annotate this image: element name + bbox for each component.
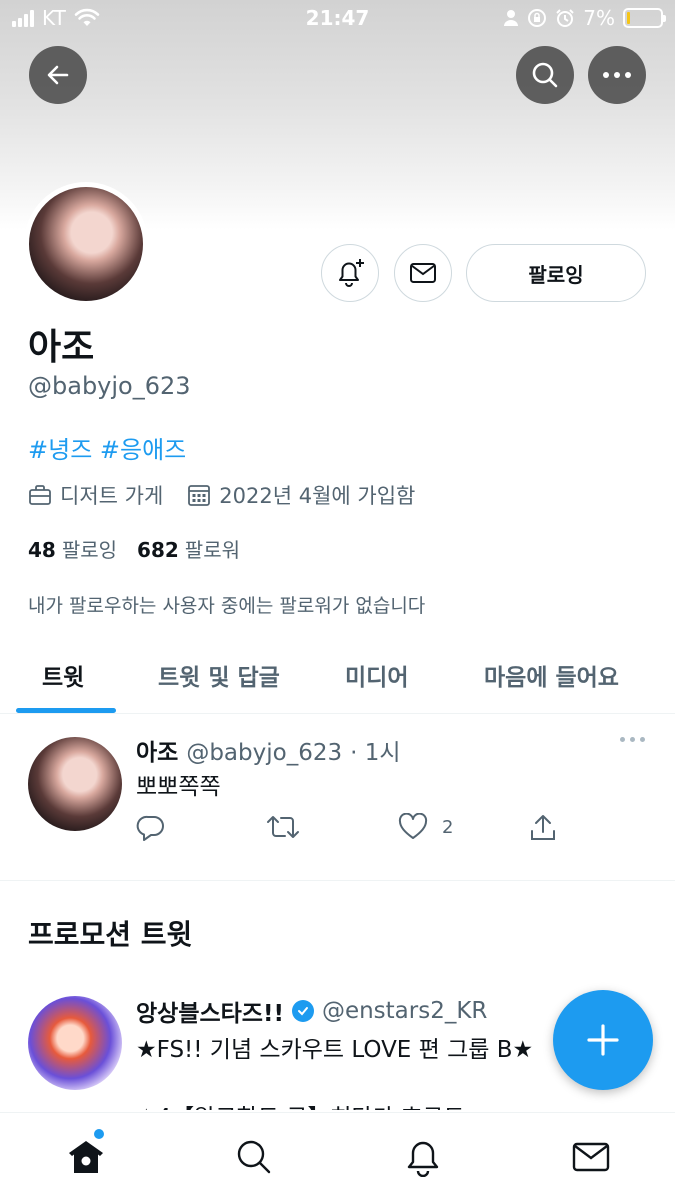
tab-tweets-replies[interactable]: 트윗 및 답글 — [158, 658, 280, 692]
reply-button[interactable] — [136, 813, 166, 843]
promo-author-name: 앙상블스타즈!! — [136, 1001, 284, 1027]
promo-text-line2: ★4【알고한드 로】히다카 호쿠토 — [136, 1098, 465, 1110]
tweet-text: 뽀뽀쪽쪽 — [136, 774, 221, 800]
profile-meta: 디저트 가게 2022년 4월에 가입함 — [28, 480, 439, 510]
tweet-more-icon[interactable] — [620, 737, 645, 742]
bell-plus-icon — [339, 259, 364, 287]
promo-author-handle: @enstars2_KR — [321, 998, 488, 1024]
category-label: 디저트 가게 — [60, 484, 164, 508]
bottom-nav — [0, 1112, 675, 1200]
nav-messages[interactable] — [569, 1135, 613, 1179]
tweet-header: 아조 @babyjo_623 · 1시 — [136, 733, 401, 767]
share-button[interactable] — [528, 813, 558, 843]
following-count: 48 — [28, 538, 56, 562]
share-icon — [531, 815, 555, 840]
tweet-time: · 1시 — [350, 740, 401, 766]
promo-text-line1: ★FS!! 기념 스카우트 LOVE 편 그룹 B★ — [136, 1037, 534, 1063]
active-tab-indicator — [16, 708, 116, 713]
followers-link[interactable]: 682 팔로워 — [137, 534, 240, 563]
nav-home[interactable] — [64, 1135, 108, 1179]
profile-handle: @babyjo_623 — [28, 372, 191, 400]
home-notification-dot — [94, 1129, 104, 1139]
compose-tweet-button[interactable] — [553, 990, 653, 1090]
follow-stats: 48 팔로잉 682 팔로워 — [28, 534, 240, 563]
profile-name: 아조 — [28, 327, 95, 368]
like-button[interactable]: 2 — [398, 813, 453, 841]
promo-avatar[interactable] — [28, 996, 122, 1090]
envelope-icon — [410, 263, 436, 283]
tab-likes[interactable]: 마음에 들어요 — [484, 658, 619, 692]
more-icon — [603, 72, 631, 78]
profile-tabs: 트윗 트윗 및 답글 미디어 마음에 들어요 — [0, 640, 675, 714]
bell-icon — [407, 1141, 439, 1177]
notify-button[interactable] — [321, 244, 379, 302]
status-right: 7% — [503, 6, 666, 30]
home-icon — [69, 1141, 103, 1173]
person-icon — [504, 10, 519, 26]
status-bar: KT 21:47 7% — [0, 0, 675, 36]
profile-page: KT 21:47 7% 팔로잉 아조 @babyjo_623 #녕즈 #응애즈 … — [0, 0, 675, 1200]
heart-icon — [398, 813, 428, 839]
arrow-left-icon — [47, 65, 69, 85]
tweet-author-name: 아조 — [136, 740, 179, 766]
calendar-icon — [188, 485, 211, 506]
retweet-button[interactable] — [266, 813, 300, 841]
following-link[interactable]: 48 팔로잉 — [28, 534, 117, 563]
orientation-lock-icon — [528, 9, 547, 27]
search-button[interactable] — [516, 46, 574, 104]
like-count: 2 — [442, 816, 454, 838]
joined-label: 2022년 4월에 가입함 — [219, 484, 416, 508]
following-button[interactable]: 팔로잉 — [466, 244, 646, 302]
more-button[interactable] — [588, 46, 646, 104]
tweet-actions: 2 — [136, 813, 566, 847]
message-button[interactable] — [394, 244, 452, 302]
tweet-author-handle: @babyjo_623 — [186, 740, 343, 766]
search-icon — [237, 1140, 271, 1174]
promo-section-title: 프로모션 트윗 — [28, 918, 193, 951]
tweet-item[interactable]: 아조 @babyjo_623 · 1시 뽀뽀쪽쪽 2 — [0, 715, 675, 881]
battery-icon — [623, 8, 666, 28]
retweet-icon — [267, 816, 299, 838]
nav-notifications[interactable] — [401, 1135, 445, 1179]
briefcase-icon — [29, 485, 51, 505]
nav-search[interactable] — [232, 1135, 276, 1179]
verified-badge-icon — [291, 1000, 314, 1022]
profile-avatar[interactable] — [24, 182, 148, 306]
followers-label: 팔로워 — [184, 538, 240, 562]
tweet-avatar[interactable] — [28, 737, 122, 831]
tab-tweets[interactable]: 트윗 — [42, 658, 84, 692]
search-icon — [532, 62, 558, 88]
battery-percent: 7% — [583, 6, 615, 30]
following-label: 팔로잉 — [61, 538, 118, 562]
alarm-icon — [556, 9, 574, 27]
tab-media[interactable]: 미디어 — [345, 658, 408, 692]
followers-count: 682 — [137, 538, 179, 562]
reply-icon — [136, 815, 164, 841]
plus-icon — [587, 1024, 619, 1056]
profile-bio[interactable]: #녕즈 #응애즈 — [28, 430, 186, 465]
mutual-followers-note: 내가 팔로우하는 사용자 중에는 팔로워가 없습니다 — [28, 595, 426, 617]
promo-header: 앙상블스타즈!! @enstars2_KR — [136, 994, 487, 1028]
envelope-icon — [572, 1142, 610, 1172]
back-button[interactable] — [29, 46, 87, 104]
profile-category: 디저트 가게 — [28, 480, 163, 510]
profile-joined: 2022년 4월에 가입함 — [187, 480, 415, 510]
